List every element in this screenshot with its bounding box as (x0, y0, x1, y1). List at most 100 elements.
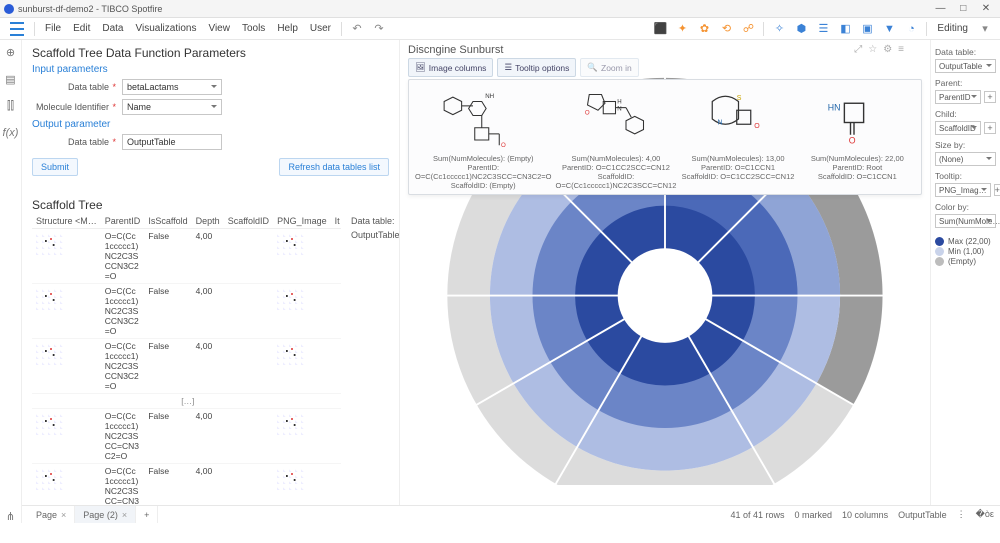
tooltip-item: NHOSum(NumMolecules): (Empty)ParentID: O… (415, 84, 552, 190)
prop-child-add[interactable]: + (984, 122, 996, 134)
left-column: Scaffold Tree Data Function Parameters I… (22, 40, 400, 505)
viz-tool-expand-icon[interactable]: ⤢ (854, 44, 862, 55)
menu-user[interactable]: User (310, 23, 331, 34)
undo-icon[interactable]: ↶ (350, 22, 364, 36)
col-png[interactable]: PNG_Image (273, 214, 331, 229)
toolbar-icon-3[interactable]: ✿ (697, 22, 711, 36)
table-row[interactable]: O=C(Cc1ccccc1)NC2C3SCCN3C2=OFalse4,00 (32, 229, 341, 284)
chip-tooltip-options[interactable]: ☰ Tooltip options (497, 58, 576, 77)
scaffold-table[interactable]: Structure <M… ParentID IsScaffold Depth … (32, 214, 341, 505)
editing-mode[interactable]: Editing (937, 23, 968, 34)
col-parentid[interactable]: ParentID (101, 214, 145, 229)
menu-tools[interactable]: Tools (242, 23, 265, 34)
menu-help[interactable]: Help (277, 23, 298, 34)
col-scafid[interactable]: ScaffoldID (224, 214, 273, 229)
table-row[interactable]: O=C(Cc1ccccc1)NC2C3SCC=CN3C2=OFalse4,00 (32, 409, 341, 464)
viz-tool-menu-icon[interactable]: ≡ (898, 44, 904, 55)
structure-thumb (36, 341, 66, 365)
menu-edit[interactable]: Edit (73, 23, 90, 34)
menu-view[interactable]: View (208, 23, 230, 34)
menu-file[interactable]: File (45, 23, 61, 34)
select-mol-id[interactable]: Name (122, 99, 222, 115)
redo-icon[interactable]: ↷ (372, 22, 386, 36)
status-cols: 10 columns (842, 510, 888, 520)
toolbar-icon-7[interactable]: ⬢ (794, 22, 808, 36)
sidebar-table-icon[interactable]: ▤ (5, 73, 15, 86)
prop-dt-select[interactable]: OutputTable (935, 59, 996, 73)
params-title: Scaffold Tree Data Function Parameters (22, 40, 399, 62)
status-table: OutputTable (898, 510, 947, 520)
svg-text:O: O (849, 136, 856, 146)
color-legend: Max (22,00) Min (1,00) (Empty) (935, 236, 996, 267)
table-row[interactable]: O=C(Cc1ccccc1)NC2C3SCCN3C2=OFalse4,00 (32, 284, 341, 339)
toolbar-icon-1[interactable]: ⬛ (653, 22, 667, 36)
close-icon[interactable]: × (61, 510, 66, 520)
tooltip-item: HNOSum(NumMolecules): 4,00ParentID: O=C1… (556, 84, 677, 190)
chip-zoom-in[interactable]: 🔍 Zoom in (580, 58, 638, 77)
toolbar-icon-9[interactable]: ◧ (838, 22, 852, 36)
toolbar-icon-8[interactable]: ☰ (816, 22, 830, 36)
sidebar-share-icon[interactable]: ⋔ (6, 510, 15, 523)
col-isscaf[interactable]: IsScaffold (144, 214, 191, 229)
toolbar-icon-10[interactable]: ▣ (860, 22, 874, 36)
page-tab-1[interactable]: Page× (28, 506, 75, 523)
page-tab-2[interactable]: Page (2)× (75, 506, 136, 523)
toolbar-icon-5[interactable]: ☍ (741, 22, 755, 36)
label-out-table: Data table * (32, 137, 122, 147)
submit-button[interactable]: Submit (32, 158, 78, 176)
toolbar-icon-12[interactable]: ◔ (904, 22, 918, 36)
structure-thumb (36, 411, 66, 435)
prop-child-label: Child: (935, 109, 996, 119)
col-structure[interactable]: Structure <M… (32, 214, 101, 229)
sidebar-chart-icon[interactable]: ⫿⫿ (7, 100, 14, 113)
menu-data[interactable]: Data (102, 23, 123, 34)
status-more-icon[interactable]: ⋮ (957, 509, 966, 520)
prop-parent-add[interactable]: + (984, 91, 996, 103)
chip-image-columns[interactable]: 🖼 Image columns (408, 58, 493, 77)
sidebar-add-icon[interactable]: ⊕ (6, 46, 15, 59)
viz-tool-star-icon[interactable]: ☆ (868, 44, 877, 55)
tooltip-molecule: HNO (556, 84, 677, 154)
tooltip-item: HNOSum(NumMolecules): 22,00ParentID: Roo… (800, 84, 915, 190)
status-grip-icon[interactable]: �òԑ (976, 509, 994, 520)
col-depth[interactable]: Depth (192, 214, 224, 229)
tooltip-molecule: HNO (800, 84, 915, 154)
chevron-down-icon[interactable]: ▾ (978, 22, 992, 36)
prop-tooltip-add[interactable]: + (994, 184, 1000, 196)
refresh-button[interactable]: Refresh data tables list (279, 158, 389, 176)
svg-text:N: N (717, 119, 722, 126)
toolbar-icon-6[interactable]: ✧ (772, 22, 786, 36)
image-icon: 🖼 (415, 62, 426, 73)
filter-icon[interactable]: ▼ (882, 22, 896, 36)
input-out-table[interactable]: OutputTable (122, 134, 222, 150)
prop-dt-label: Data table: (935, 47, 996, 57)
viz-tool-settings-icon[interactable]: ⚙ (883, 44, 892, 55)
minimize-button[interactable]: — (930, 3, 950, 14)
prop-parent-select[interactable]: ParentID (935, 90, 981, 104)
select-data-table[interactable]: betaLactams (122, 79, 222, 95)
close-button[interactable]: ✕ (976, 3, 996, 14)
close-icon[interactable]: × (122, 510, 127, 520)
table-row[interactable]: O=C(Cc1ccccc1)NC2C3SCCN3C2=OFalse4,00 (32, 339, 341, 394)
col-it[interactable]: It (331, 214, 341, 229)
hamburger-icon[interactable] (10, 22, 24, 36)
add-page-tab[interactable]: + (136, 506, 158, 523)
toolbar-icon-2[interactable]: ✦ (675, 22, 689, 36)
tooltip-item: SNOSum(NumMolecules): 13,00ParentID: O=C… (680, 84, 795, 190)
prop-color-select[interactable]: Sum(NumMole… (935, 214, 996, 228)
sidebar-fx-icon[interactable]: f(x) (3, 127, 19, 139)
menu-visualizations[interactable]: Visualizations (135, 23, 196, 34)
more-rows[interactable]: […] (32, 394, 341, 409)
toolbar-icon-4[interactable]: ⟲ (719, 22, 733, 36)
window-title: sunburst-df-demo2 - TIBCO Spotfire (18, 4, 930, 14)
structure-thumb (36, 231, 66, 255)
menubar: File Edit Data Visualizations View Tools… (0, 18, 1000, 40)
structure-thumb (36, 286, 66, 310)
svg-text:O: O (501, 142, 506, 149)
prop-size-select[interactable]: (None) (935, 152, 996, 166)
prop-tooltip-select[interactable]: PNG_Imag… (935, 183, 991, 197)
prop-child-select[interactable]: ScaffoldID (935, 121, 981, 135)
maximize-button[interactable]: □ (953, 3, 973, 14)
svg-text:O: O (585, 110, 590, 117)
table-row[interactable]: O=C(Cc1ccccc1)NC2C3SCC=CN3C2=OFalse4,00 (32, 464, 341, 506)
